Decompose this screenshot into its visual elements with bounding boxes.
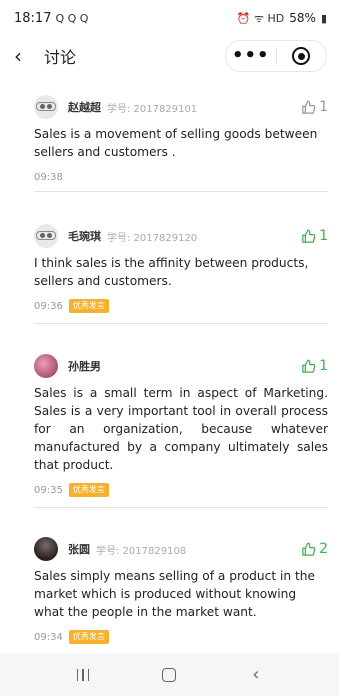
commenter-name: 张圆: [68, 543, 90, 556]
system-back-button[interactable]: ‹: [236, 660, 276, 690]
commenter-name: 赵越超: [68, 101, 101, 114]
like-count: 1: [319, 358, 328, 374]
like-count: 1: [319, 228, 328, 244]
like-count: 2: [319, 541, 328, 557]
status-bar: 18:17 Q Q Q ⏰ ᯤ HD 58% ▮: [0, 0, 339, 36]
robot-avatar: [34, 224, 58, 248]
battery-level: 58%: [289, 11, 316, 25]
thumbs-up-icon: [302, 229, 316, 243]
comment-item: 孙胜男 1 Sales is a small term in aspect of…: [34, 354, 328, 498]
excellent-remark-badge: 优秀发言: [68, 630, 109, 644]
thumbs-up-icon: [302, 359, 316, 373]
excellent-remark-badge: 优秀发言: [68, 299, 109, 313]
like-button[interactable]: 1: [301, 358, 328, 374]
photo-avatar: [34, 354, 58, 378]
back-arrow-icon: ‹: [252, 664, 260, 685]
target-icon: [292, 47, 311, 65]
battery-icon: ▮: [320, 11, 327, 25]
comment-text: Sales is a movement of selling goods bet…: [34, 127, 318, 159]
comment-divider: [34, 323, 328, 324]
comment-item: 张圆 学号: 2017829108 2 Sales simply means s…: [34, 537, 328, 645]
system-navigation-bar: ‹: [0, 653, 339, 696]
notification-icons: Q Q Q: [55, 11, 89, 25]
comment-text: Sales is a small term in aspect of Marke…: [34, 386, 328, 472]
like-count: 1: [319, 99, 328, 115]
commenter-name: 孙胜男: [68, 360, 101, 373]
comment-time: 09:36: [34, 300, 63, 312]
more-options-button[interactable]: •••: [226, 40, 276, 72]
commenter-name: 毛琬琪: [68, 230, 101, 243]
back-button[interactable]: ‹: [14, 44, 38, 68]
like-button[interactable]: 1: [301, 228, 328, 244]
mini-program-capsule: •••: [225, 40, 327, 72]
comment-text: Sales simply means selling of a product …: [34, 569, 315, 619]
robot-avatar: [34, 95, 58, 119]
student-id: 学号: 2017829101: [107, 103, 198, 115]
like-button[interactable]: 1: [301, 99, 328, 115]
page-title: 讨论: [44, 48, 77, 67]
comment-time: 09:35: [34, 484, 63, 496]
comment-item: 赵越超 学号: 2017829101 1 Sales is a movement…: [34, 95, 328, 185]
navigation-bar: ‹ 讨论 •••: [0, 36, 339, 76]
thumbs-up-icon: [302, 542, 316, 556]
excellent-remark-badge: 优秀发言: [68, 483, 109, 497]
student-id: 学号: 2017829120: [107, 232, 198, 244]
home-icon: [162, 667, 177, 682]
recent-apps-icon: [76, 668, 90, 681]
comment-item: 毛琬琪 学号: 2017829120 1 I think sales is th…: [34, 224, 328, 314]
comment-time: 09:34: [34, 631, 63, 643]
home-button[interactable]: [149, 660, 189, 690]
photo-avatar: [34, 537, 58, 561]
like-button[interactable]: 2: [301, 541, 328, 557]
comment-divider: [34, 191, 328, 192]
student-id: 学号: 2017829108: [96, 545, 187, 557]
close-mini-program-button[interactable]: [277, 47, 327, 65]
thumbs-up-icon: [302, 100, 316, 114]
status-time: 18:17: [14, 10, 52, 26]
signal-icons: ⏰ ᯤ HD: [236, 11, 285, 25]
comment-text: I think sales is the affinity between pr…: [34, 256, 309, 288]
comment-divider: [34, 507, 328, 508]
comment-time: 09:38: [34, 171, 63, 183]
recent-apps-button[interactable]: [63, 660, 103, 690]
